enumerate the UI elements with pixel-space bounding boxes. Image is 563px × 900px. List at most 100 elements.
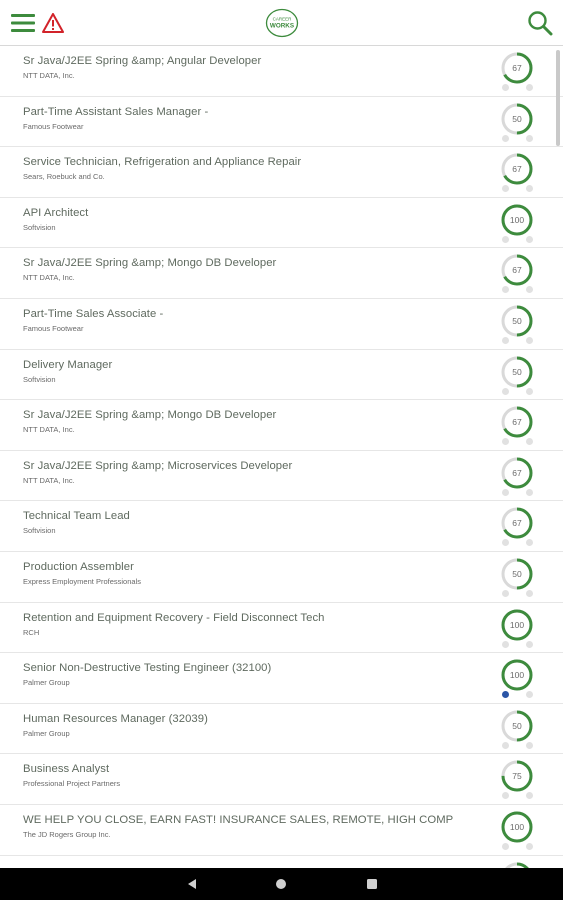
- job-list-item[interactable]: Senior Non-Destructive Testing Engineer …: [0, 653, 563, 704]
- indicator-dot: [502, 691, 509, 699]
- job-company: Softvision: [23, 374, 56, 384]
- job-title: Sr Java/J2EE Spring &amp; Angular Develo…: [23, 55, 262, 67]
- recents-icon[interactable]: [352, 868, 392, 900]
- job-title: Business Analyst: [23, 763, 110, 776]
- search-icon[interactable]: [526, 9, 554, 37]
- job-list-item[interactable]: Sr Java/J2EE Spring &amp; Microservices …: [0, 451, 563, 502]
- match-score-value: 100: [509, 214, 525, 225]
- job-list-item[interactable]: WE HELP YOU CLOSE, EARN FAST! INSURANCE …: [0, 805, 563, 856]
- job-list-item[interactable]: Retention and Equipment Recovery - Field…: [0, 603, 563, 654]
- job-list-item[interactable]: API Architect Softvision 100: [0, 198, 563, 249]
- match-score-value: 100: [509, 670, 525, 681]
- match-score-ring: 100: [500, 608, 534, 642]
- job-list-item[interactable]: Sr Java/J2EE Spring &amp; Mongo DB Devel…: [0, 400, 563, 451]
- indicator-dot: [502, 539, 509, 547]
- match-score-value: 67: [512, 417, 522, 428]
- match-score-ring: 67: [500, 253, 534, 287]
- indicator-dot: [526, 741, 533, 749]
- indicator-dot: [502, 589, 509, 597]
- back-icon[interactable]: [172, 868, 212, 900]
- job-title: API Architect: [23, 206, 89, 219]
- hamburger-menu-icon[interactable]: [10, 10, 36, 36]
- job-title: Delivery Manager: [23, 358, 113, 371]
- job-list-item[interactable]: Sr Java/J2EE Spring &amp; Mongo DB Devel…: [0, 248, 563, 299]
- job-title: Sr Java/J2EE Spring &amp; Mongo DB Devel…: [23, 257, 277, 270]
- scrollbar[interactable]: [556, 50, 560, 146]
- job-title: Part-Time Sales Associate -: [23, 307, 164, 320]
- indicator-dot: [526, 336, 533, 344]
- indicator-dot: [526, 640, 533, 648]
- job-list-item[interactable]: Human Resources Manager (32039) Palmer Gr…: [0, 704, 563, 755]
- indicator-dot: [526, 286, 533, 294]
- app-logo: CAREER WORKS: [265, 8, 299, 38]
- job-list-item[interactable]: Sr Java/J2EE Spring &amp; Angular Develo…: [0, 46, 563, 97]
- job-title: WE HELP YOU CLOSE, EARN FAST! INSURANCE …: [23, 813, 454, 826]
- home-icon[interactable]: [261, 868, 301, 900]
- job-list-item[interactable]: [0, 856, 563, 869]
- job-company: NTT DATA, Inc.: [23, 425, 75, 435]
- match-score-ring: 100: [500, 810, 534, 844]
- job-company: NTT DATA, Inc.: [23, 273, 75, 283]
- match-score-value: 50: [512, 720, 522, 731]
- job-list-item[interactable]: Production Assembler Express Employment P…: [0, 552, 563, 603]
- match-score-value: 67: [512, 63, 522, 73]
- match-score-ring: 50: [500, 355, 534, 389]
- job-title: Technical Team Lead: [23, 510, 130, 523]
- match-score-ring: [500, 861, 534, 869]
- job-company: Softvision: [23, 222, 56, 232]
- job-list-item[interactable]: Part-Time Assistant Sales Manager - Famou…: [0, 97, 563, 148]
- indicator-dot: [502, 741, 509, 749]
- match-score-value: [500, 861, 534, 869]
- indicator-dot: [526, 134, 533, 142]
- job-company: Famous Footwear: [23, 323, 84, 333]
- job-list[interactable]: Sr Java/J2EE Spring &amp; Angular Develo…: [0, 46, 563, 868]
- match-score-ring: 100: [500, 658, 534, 692]
- job-company: NTT DATA, Inc.: [23, 71, 75, 80]
- job-title: Sr Java/J2EE Spring &amp; Mongo DB Devel…: [23, 409, 277, 422]
- logo-small-text: CAREER: [273, 17, 293, 22]
- indicator-dot: [526, 589, 533, 597]
- match-score-value: 67: [512, 265, 522, 276]
- indicator-dot: [526, 691, 533, 699]
- job-list-item[interactable]: Business Analyst Professional Project Par…: [0, 754, 563, 805]
- job-company: Palmer Group: [23, 728, 70, 738]
- job-list-item[interactable]: Service Technician, Refrigeration and Ap…: [0, 147, 563, 198]
- indicator-dot: [526, 792, 533, 800]
- indicator-dot: [502, 792, 509, 800]
- job-company: Softvision: [23, 526, 56, 536]
- indicator-dot: [526, 84, 533, 91]
- match-score-value: 50: [512, 366, 522, 377]
- system-navigation-bar: [0, 868, 563, 900]
- job-list-item[interactable]: Technical Team Lead Softvision 67: [0, 501, 563, 552]
- job-list-item[interactable]: Delivery Manager Softvision 50: [0, 350, 563, 401]
- job-title: Production Assembler: [23, 560, 134, 573]
- indicator-dot: [502, 336, 509, 344]
- job-title: Service Technician, Refrigeration and Ap…: [23, 156, 302, 169]
- match-score-value: 50: [512, 315, 522, 326]
- match-score-value: 67: [512, 467, 522, 478]
- job-company: Palmer Group: [23, 678, 70, 688]
- match-score-ring: 67: [500, 456, 534, 490]
- indicator-dot: [526, 235, 533, 243]
- match-score-ring: 75: [500, 759, 534, 793]
- job-company: Professional Project Partners: [23, 779, 121, 789]
- match-score-ring: 50: [500, 557, 534, 591]
- job-title: Human Resources Manager (32039): [23, 712, 208, 725]
- job-company: Sears, Roebuck and Co.: [23, 172, 105, 182]
- job-list-item[interactable]: Part-Time Sales Associate - Famous Footwe…: [0, 299, 563, 350]
- indicator-dot: [502, 185, 509, 193]
- indicator-dot: [502, 387, 509, 395]
- match-score-ring: 67: [500, 152, 534, 186]
- match-score-value: 75: [512, 771, 522, 782]
- match-score-ring: 67: [500, 51, 534, 85]
- match-score-ring: 67: [500, 405, 534, 439]
- app-header: CAREER WORKS: [0, 0, 563, 46]
- indicator-dot: [502, 286, 509, 294]
- warning-icon[interactable]: [41, 10, 65, 36]
- job-title: Sr Java/J2EE Spring &amp; Microservices …: [23, 459, 293, 472]
- match-score-ring: 67: [500, 506, 534, 540]
- indicator-dot: [502, 640, 509, 648]
- job-company: RCH: [23, 627, 40, 637]
- indicator-dot: [526, 842, 533, 850]
- match-score-ring: 50: [500, 102, 534, 136]
